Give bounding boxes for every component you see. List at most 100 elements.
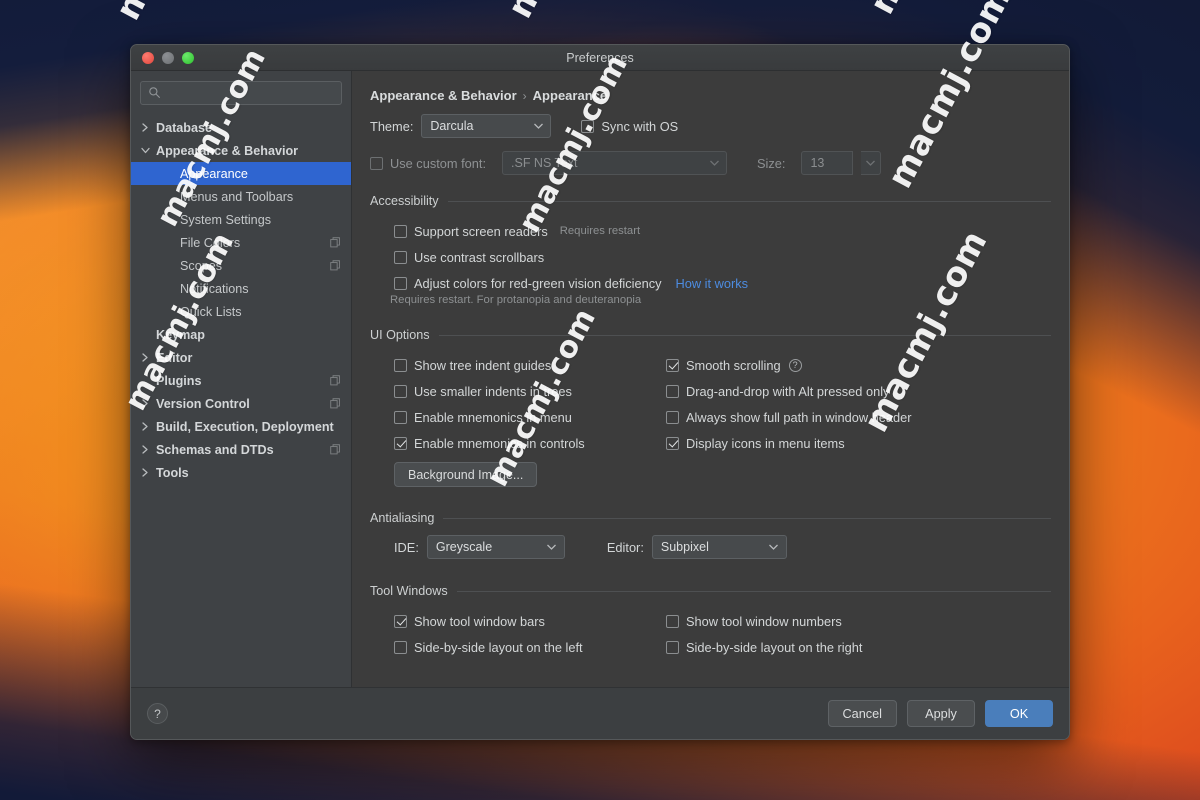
chevron-right-icon[interactable]	[139, 353, 152, 362]
settings-tree: Database Appearance & Behavior Appearance M…	[131, 116, 351, 687]
enable-mnemonics-in-controls-label: Enable mnemonics in controls	[414, 435, 585, 451]
font-size-input[interactable]: 13	[801, 151, 854, 175]
ui-options-heading: UI Options	[370, 328, 1051, 342]
sidebar-item-keymap[interactable]: Keymap	[131, 323, 351, 346]
font-size-stepper[interactable]	[861, 151, 882, 175]
preferences-body: Database Appearance & Behavior Appearance M…	[131, 71, 1069, 687]
apply-button[interactable]: Apply	[907, 700, 975, 727]
sidebar-item-duplicate-action[interactable]	[330, 260, 341, 271]
display-icons-in-menu-items-label: Display icons in menu items	[686, 435, 845, 451]
use-custom-font-label: Use custom font:	[390, 155, 487, 171]
sidebar-item-duplicate-action[interactable]	[330, 237, 341, 248]
maximize-button[interactable]	[182, 51, 194, 64]
ok-button[interactable]: OK	[985, 700, 1053, 727]
display-icons-in-menu-items-row: Display icons in menu items	[666, 430, 1051, 456]
sidebar-item-appearance[interactable]: Appearance	[131, 162, 351, 185]
sidebar-item-file-colors[interactable]: File Colors	[131, 231, 351, 254]
show-tree-indent-guides-checkbox[interactable]: Show tree indent guides	[394, 358, 551, 373]
sidebar-item-appearance-behavior[interactable]: Appearance & Behavior	[131, 139, 351, 162]
custom-font-value: .SF NS Text	[511, 156, 578, 170]
sidebar-item-notifications[interactable]: Notifications	[131, 277, 351, 300]
tool-windows-columns: Show tool window bars Side-by-side layout…	[370, 608, 1051, 660]
close-button[interactable]	[142, 51, 154, 64]
enable-mnemonics-in-controls-checkbox[interactable]: Enable mnemonics in controls	[394, 436, 585, 451]
antialiasing-ide-select[interactable]: Greyscale	[426, 535, 565, 559]
chevron-right-icon[interactable]	[139, 445, 152, 454]
accessibility-title: Accessibility	[370, 194, 439, 208]
use-smaller-indents-in-trees-checkbox[interactable]: Use smaller indents in trees	[394, 384, 572, 399]
sidebar-item-label: Appearance & Behavior	[156, 143, 299, 158]
sync-with-os-checkbox[interactable]: Sync with OS	[581, 119, 678, 134]
sidebar-item-duplicate-action[interactable]	[330, 398, 341, 409]
help-button[interactable]: ?	[147, 703, 168, 724]
side-by-side-layout-on-the-left-checkbox[interactable]: Side-by-side layout on the left	[394, 640, 583, 655]
show-tool-window-bars-checkbox[interactable]: Show tool window bars	[394, 614, 545, 629]
search-input[interactable]	[140, 81, 342, 105]
tool-windows-heading: Tool Windows	[370, 584, 1051, 598]
adjust-colors-for-red-green-vision-deficiency-checkbox[interactable]: Adjust colors for red-green vision defic…	[394, 276, 662, 291]
sidebar-item-quick-lists[interactable]: Quick Lists	[131, 300, 351, 323]
chevron-down-icon[interactable]	[139, 147, 152, 154]
sidebar-item-version-control[interactable]: Version Control	[131, 392, 351, 415]
support-screen-readers-checkbox[interactable]: Support screen readers	[394, 224, 548, 239]
checkbox-box	[666, 614, 679, 628]
minimize-button[interactable]	[162, 51, 174, 64]
drag-and-drop-with-alt-pressed-only-checkbox[interactable]: Drag-and-drop with Alt pressed only	[666, 384, 889, 399]
smooth-scrolling-label: Smooth scrolling	[686, 357, 781, 373]
font-size-label: Size:	[757, 155, 786, 171]
always-show-full-path-in-window-header-checkbox[interactable]: Always show full path in window header	[666, 410, 912, 425]
enable-mnemonics-in-menu-checkbox[interactable]: Enable mnemonics in menu	[394, 410, 572, 425]
traffic-lights	[142, 51, 194, 64]
smooth-scrolling-checkbox[interactable]: Smooth scrolling	[666, 358, 781, 373]
sidebar-item-label: Schemas and DTDs	[156, 442, 274, 457]
sidebar-item-build-execution-deployment[interactable]: Build, Execution, Deployment	[131, 415, 351, 438]
use-smaller-indents-in-trees-label: Use smaller indents in trees	[414, 383, 572, 399]
show-tool-window-numbers-checkbox[interactable]: Show tool window numbers	[666, 614, 842, 629]
checkbox-box	[666, 384, 679, 398]
sidebar-item-database[interactable]: Database	[131, 116, 351, 139]
chevron-right-icon[interactable]	[139, 468, 152, 477]
settings-content-panel: Appearance & Behavior › Appearance Theme…	[352, 71, 1069, 687]
theme-label: Theme:	[370, 118, 414, 134]
checkbox-box	[394, 276, 407, 290]
sidebar-item-duplicate-action[interactable]	[330, 444, 341, 455]
cancel-button[interactable]: Cancel	[827, 700, 897, 727]
duplicate-icon	[330, 398, 340, 409]
sidebar-item-tools[interactable]: Tools	[131, 461, 351, 484]
sidebar-item-menus-and-toolbars[interactable]: Menus and Toolbars	[131, 185, 351, 208]
checkbox-box	[394, 640, 407, 654]
sidebar-item-label: Keymap	[156, 327, 205, 342]
chevron-right-icon[interactable]	[139, 123, 152, 132]
theme-row: Theme: Darcula Sync with OS	[352, 103, 1069, 138]
sidebar-item-editor[interactable]: Editor	[131, 346, 351, 369]
use-custom-font-checkbox[interactable]: Use custom font:	[370, 156, 486, 171]
use-contrast-scrollbars-checkbox[interactable]: Use contrast scrollbars	[394, 250, 544, 265]
help-icon[interactable]: ?	[788, 358, 802, 372]
tool-windows-section: Tool Windows Show tool window bars Side-b…	[352, 584, 1069, 660]
antialiasing-ide-value: Greyscale	[435, 540, 493, 554]
chevron-right-icon[interactable]	[139, 399, 152, 408]
checkbox-box	[581, 119, 595, 133]
sidebar-item-label: Plugins	[156, 373, 202, 388]
accessibility-heading: Accessibility	[370, 194, 1051, 208]
background-image-button[interactable]: Background Image...	[394, 462, 538, 487]
custom-font-select[interactable]: .SF NS Text	[502, 151, 728, 175]
sidebar-item-duplicate-action[interactable]	[330, 375, 341, 386]
use-contrast-scrollbars-row: Use contrast scrollbars	[394, 244, 1051, 270]
sidebar-item-system-settings[interactable]: System Settings	[131, 208, 351, 231]
background-image-row: Background Image...	[370, 462, 1051, 487]
chevron-right-icon[interactable]	[139, 422, 152, 431]
sidebar-item-scopes[interactable]: Scopes	[131, 254, 351, 277]
support-screen-readers-hint: Requires restart	[559, 225, 641, 237]
theme-select[interactable]: Darcula	[421, 114, 552, 138]
sidebar-item-plugins[interactable]: Plugins	[131, 369, 351, 392]
side-by-side-layout-on-the-right-label: Side-by-side layout on the right	[686, 639, 863, 655]
display-icons-in-menu-items-checkbox[interactable]: Display icons in menu items	[666, 436, 845, 451]
sidebar-item-schemas-and-dtds[interactable]: Schemas and DTDs	[131, 438, 351, 461]
how-it-works-link[interactable]: How it works	[676, 276, 749, 291]
breadcrumb-parent[interactable]: Appearance & Behavior	[370, 88, 517, 103]
antialiasing-editor-select[interactable]: Subpixel	[651, 535, 787, 559]
checkbox-box	[394, 358, 407, 372]
side-by-side-layout-on-the-right-checkbox[interactable]: Side-by-side layout on the right	[666, 640, 862, 655]
checkbox-box	[666, 410, 679, 424]
